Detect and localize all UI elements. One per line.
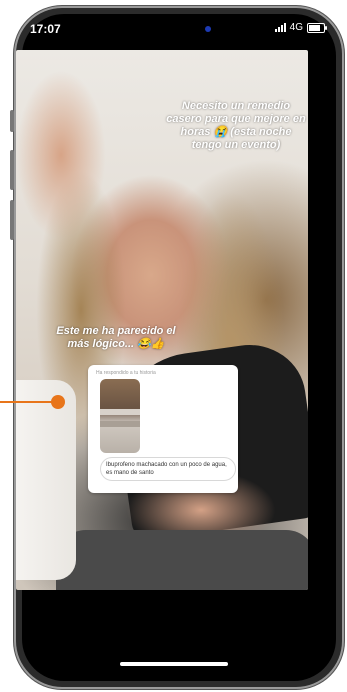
mute-switch <box>10 110 14 132</box>
home-indicator[interactable] <box>120 662 228 666</box>
pillow <box>16 380 76 580</box>
reply-card[interactable]: Ha respondido a tu historia Ibuprofeno m… <box>88 365 238 493</box>
signal-icon <box>274 23 286 32</box>
battery-icon <box>307 22 327 33</box>
volume-down-button <box>10 200 14 240</box>
story-image[interactable]: Necesito un remedio casero para que mejo… <box>16 50 308 590</box>
front-camera-icon <box>205 26 211 32</box>
story-caption-middle: Este me ha parecido el más lógico... 😂👍 <box>56 325 176 350</box>
status-indicators: 4G <box>274 22 327 33</box>
annotation-pointer-line <box>0 401 58 403</box>
reply-message: Ibuprofeno machacado con un poco de agua… <box>100 457 236 481</box>
story-caption-top: Necesito un remedio casero para que mejo… <box>166 100 306 151</box>
status-time: 17:07 <box>30 22 61 36</box>
network-label: 4G <box>289 22 303 33</box>
annotation-pointer-dot <box>51 395 65 409</box>
raised-hand <box>16 70 106 240</box>
volume-up-button <box>10 150 14 190</box>
story-thumbnail[interactable] <box>100 379 140 453</box>
reply-header: Ha respondido a tu historia <box>96 370 156 376</box>
status-bar: 17:07 4G <box>0 16 347 40</box>
jeans <box>56 530 308 590</box>
